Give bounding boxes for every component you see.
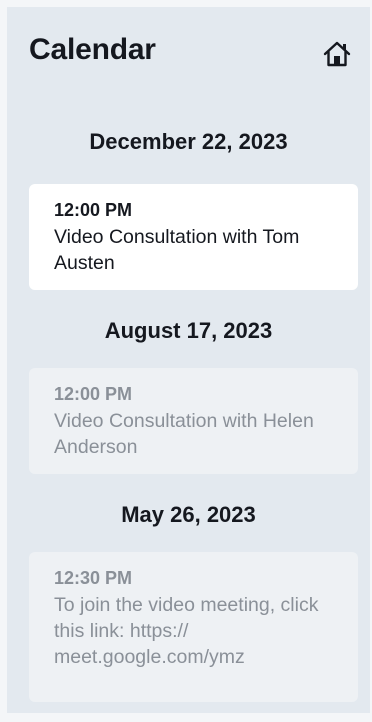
home-button[interactable] [320, 37, 354, 71]
appointment-time: 12:30 PM [54, 568, 133, 588]
date-heading: May 26, 2023 [121, 502, 256, 527]
page-title: Calendar [29, 33, 156, 66]
appointment-list: December 22, 2023 12:00 PM Video Consult… [7, 123, 370, 702]
appointment-description: To join the video meeting, click this li… [54, 594, 319, 668]
calendar-screen: Calendar December 22, 2023 12:00 PM Vide… [7, 7, 370, 713]
appointment-card[interactable]: 12:00 PM Video Consultation with Helen A… [29, 368, 358, 474]
appointment-card[interactable]: 12:00 PM Video Consultation with Tom Aus… [29, 184, 358, 290]
appointment-time: 12:00 PM [54, 384, 133, 404]
appointment-description: Video Consultation with Tom Austen [54, 226, 300, 274]
appointment-time: 12:00 PM [54, 200, 133, 220]
appointment-description: Video Consultation with Helen Anderson [54, 410, 314, 458]
date-heading: August 17, 2023 [104, 318, 273, 343]
appointment-card[interactable]: 12:30 PM To join the video meeting, clic… [29, 552, 358, 702]
header: Calendar [7, 7, 370, 103]
home-icon [323, 41, 351, 67]
date-heading: December 22, 2023 [89, 129, 288, 154]
